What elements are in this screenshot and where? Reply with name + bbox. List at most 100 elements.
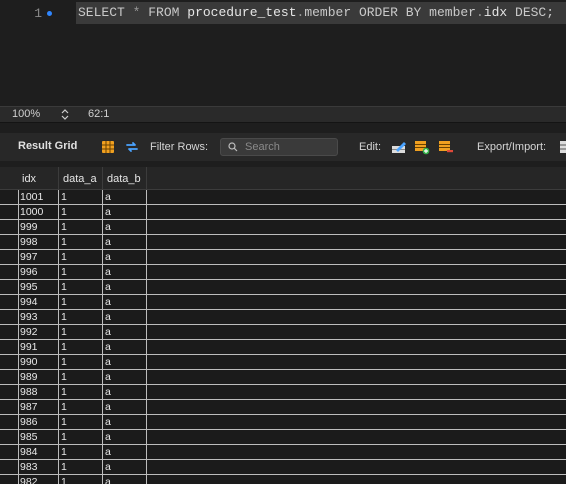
cell-idx[interactable]: 990 (18, 355, 59, 369)
cell-data-a[interactable]: 1 (59, 190, 103, 204)
cell-data-b[interactable]: a (103, 460, 147, 474)
cell-data-a[interactable]: 1 (59, 310, 103, 324)
cell-data-b[interactable]: a (103, 190, 147, 204)
cell-idx[interactable]: 994 (18, 295, 59, 309)
cell-idx[interactable]: 1001 (18, 190, 59, 204)
cell-data-b[interactable]: a (103, 475, 147, 484)
sql-editor[interactable]: 1 SELECT * FROM procedure_test.member OR… (0, 0, 566, 106)
export-icon[interactable] (559, 139, 566, 155)
cell-data-a[interactable]: 1 (59, 370, 103, 384)
grid-view-icon[interactable] (100, 139, 116, 155)
cell-data-b[interactable]: a (103, 310, 147, 324)
cell-data-a[interactable]: 1 (59, 460, 103, 474)
cell-data-b[interactable]: a (103, 340, 147, 354)
table-row[interactable]: 989 1 a (0, 370, 566, 385)
table-row[interactable]: 982 1 a (0, 475, 566, 484)
sql-dot: . (475, 5, 484, 20)
cell-idx[interactable]: 998 (18, 235, 59, 249)
cell-data-a[interactable]: 1 (59, 400, 103, 414)
cell-idx[interactable]: 988 (18, 385, 59, 399)
cell-data-b[interactable]: a (103, 400, 147, 414)
sql-statement[interactable]: SELECT * FROM procedure_test.member ORDE… (76, 2, 566, 24)
cell-idx[interactable]: 987 (18, 400, 59, 414)
table-row[interactable]: 988 1 a (0, 385, 566, 400)
table-row[interactable]: 996 1 a (0, 265, 566, 280)
sql-star: * (132, 5, 141, 20)
cell-data-b[interactable]: a (103, 220, 147, 234)
refresh-icon[interactable] (124, 139, 140, 155)
cell-idx[interactable]: 983 (18, 460, 59, 474)
cell-data-b[interactable]: a (103, 280, 147, 294)
filter-search-input[interactable] (245, 140, 333, 154)
cell-data-b[interactable]: a (103, 430, 147, 444)
table-row[interactable]: 986 1 a (0, 415, 566, 430)
delete-row-icon[interactable] (438, 139, 454, 155)
cell-data-b[interactable]: a (103, 295, 147, 309)
cell-data-b[interactable]: a (103, 205, 147, 219)
statement-marker-icon[interactable] (47, 11, 52, 16)
edit-row-icon[interactable] (391, 139, 407, 155)
cell-data-a[interactable]: 1 (59, 430, 103, 444)
table-row[interactable]: 998 1 a (0, 235, 566, 250)
table-row[interactable]: 995 1 a (0, 280, 566, 295)
table-row[interactable]: 992 1 a (0, 325, 566, 340)
add-row-icon[interactable] (414, 139, 430, 155)
cell-idx[interactable]: 999 (18, 220, 59, 234)
table-row[interactable]: 993 1 a (0, 310, 566, 325)
cell-idx[interactable]: 996 (18, 265, 59, 279)
cell-data-a[interactable]: 1 (59, 280, 103, 294)
cell-data-a[interactable]: 1 (59, 325, 103, 339)
cell-data-b[interactable]: a (103, 415, 147, 429)
cell-data-b[interactable]: a (103, 385, 147, 399)
cell-data-b[interactable]: a (103, 250, 147, 264)
cell-data-b[interactable]: a (103, 235, 147, 249)
cell-idx[interactable]: 995 (18, 280, 59, 294)
cell-data-b[interactable]: a (103, 370, 147, 384)
table-row[interactable]: 1000 1 a (0, 205, 566, 220)
table-row[interactable]: 994 1 a (0, 295, 566, 310)
grid-rows: 1001 1 a 1000 1 a 999 1 a 998 1 a 997 1 a 996 1 a 995 1 a 994… (0, 190, 566, 484)
cell-idx[interactable]: 992 (18, 325, 59, 339)
table-row[interactable]: 984 1 a (0, 445, 566, 460)
cell-data-a[interactable]: 1 (59, 295, 103, 309)
cell-idx[interactable]: 991 (18, 340, 59, 354)
cell-idx[interactable]: 997 (18, 250, 59, 264)
cell-data-b[interactable]: a (103, 265, 147, 279)
table-row[interactable]: 987 1 a (0, 400, 566, 415)
cell-idx[interactable]: 982 (18, 475, 59, 484)
filter-search-box[interactable] (220, 138, 338, 156)
zoom-stepper-icon[interactable] (61, 109, 69, 120)
cell-data-b[interactable]: a (103, 445, 147, 459)
cell-data-a[interactable]: 1 (59, 475, 103, 484)
cell-data-a[interactable]: 1 (59, 220, 103, 234)
cell-idx[interactable]: 985 (18, 430, 59, 444)
cell-data-a[interactable]: 1 (59, 205, 103, 219)
cell-idx[interactable]: 1000 (18, 205, 59, 219)
table-row[interactable]: 997 1 a (0, 250, 566, 265)
cell-data-a[interactable]: 1 (59, 355, 103, 369)
cell-data-a[interactable]: 1 (59, 250, 103, 264)
result-grid[interactable]: idx data_a data_b 1001 1 a 1000 1 a 999 1 a 998 1 a… (0, 165, 566, 484)
cell-data-a[interactable]: 1 (59, 235, 103, 249)
table-row[interactable]: 1001 1 a (0, 190, 566, 205)
table-row[interactable]: 983 1 a (0, 460, 566, 475)
cell-idx[interactable]: 993 (18, 310, 59, 324)
cell-data-a[interactable]: 1 (59, 385, 103, 399)
cell-idx[interactable]: 984 (18, 445, 59, 459)
cell-data-b[interactable]: a (103, 355, 147, 369)
cell-data-a[interactable]: 1 (59, 415, 103, 429)
cell-data-a[interactable]: 1 (59, 265, 103, 279)
zoom-level: 100% (12, 108, 41, 120)
column-header-idx[interactable]: idx (18, 167, 59, 189)
column-header-data-b[interactable]: data_b (103, 167, 147, 189)
table-row[interactable]: 999 1 a (0, 220, 566, 235)
cell-data-b[interactable]: a (103, 325, 147, 339)
table-row[interactable]: 990 1 a (0, 355, 566, 370)
table-row[interactable]: 991 1 a (0, 340, 566, 355)
cell-data-a[interactable]: 1 (59, 340, 103, 354)
cell-idx[interactable]: 989 (18, 370, 59, 384)
column-header-data-a[interactable]: data_a (59, 167, 103, 189)
cell-idx[interactable]: 986 (18, 415, 59, 429)
table-row[interactable]: 985 1 a (0, 430, 566, 445)
cell-data-a[interactable]: 1 (59, 445, 103, 459)
